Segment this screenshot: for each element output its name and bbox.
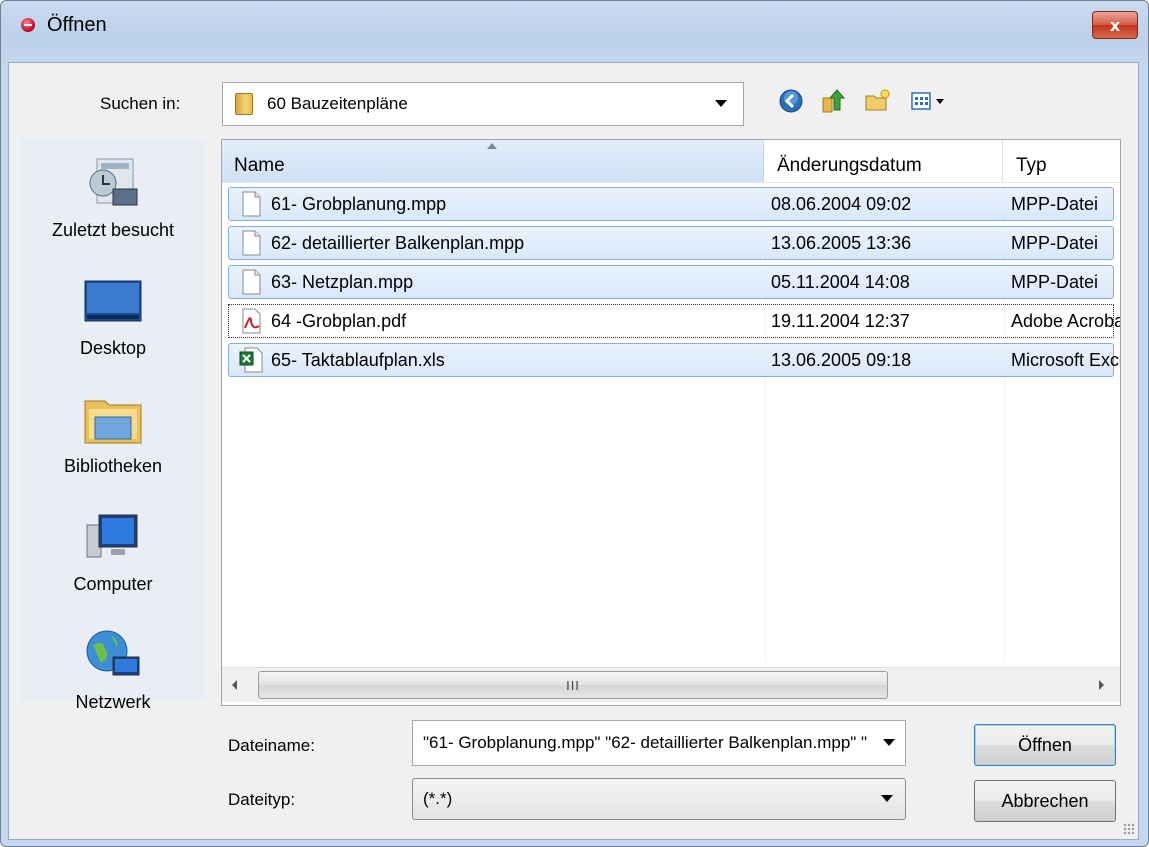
place-libraries[interactable]: Bibliotheken (20, 389, 206, 477)
place-label: Netzwerk (75, 692, 151, 712)
file-type: Microsoft Excel-Arbeitsblatt (1011, 349, 1120, 370)
back-icon[interactable] (778, 88, 804, 114)
mpp-file-icon (242, 191, 261, 217)
look-in-label: Suchen in: (100, 94, 181, 113)
file-type: MPP-Datei (1011, 271, 1099, 292)
file-date: 13.06.2005 09:18 (771, 349, 912, 370)
place-label: Computer (73, 574, 153, 594)
file-type: MPP-Datei (1011, 232, 1099, 253)
scrollbar-thumb[interactable]: III (258, 671, 888, 699)
xls-file-icon (239, 347, 263, 373)
file-row[interactable]: 63- Netzplan.mpp 05.11.2004 14:08 MPP-Da… (228, 265, 1114, 299)
file-date: 19.11.2004 12:37 (771, 310, 910, 331)
filetype-dropdown[interactable]: (*.*) (412, 778, 906, 820)
open-button[interactable]: Öffnen (974, 724, 1116, 766)
chevron-down-icon[interactable] (883, 739, 895, 746)
column-header-label: Änderungsdatum (777, 155, 922, 176)
view-menu-icon[interactable] (910, 88, 950, 114)
desktop-icon (84, 280, 142, 322)
look-in-value: 60 Bauzeitenpläne (267, 94, 408, 113)
filename-value: "61- Grobplanung.mpp" "62- detaillierter… (423, 733, 867, 752)
filetype-value: (*.*) (423, 789, 453, 808)
file-name: 61- Grobplanung.mpp (271, 193, 447, 214)
title-bar: Öffnen (21, 7, 107, 43)
chevron-down-icon (715, 100, 727, 107)
place-desktop[interactable]: Desktop (20, 271, 206, 359)
file-row[interactable]: 62- detaillierter Balkenplan.mpp 13.06.2… (228, 226, 1114, 260)
column-header-label: Name (234, 155, 285, 176)
file-name: 63- Netzplan.mpp (271, 271, 414, 292)
folder-icon (235, 93, 253, 115)
pdf-file-icon (242, 308, 261, 334)
scrollbar-grip: III (566, 677, 580, 693)
place-label: Desktop (79, 338, 147, 358)
file-name: 64 -Grobplan.pdf (271, 310, 407, 331)
close-icon: x (1109, 15, 1121, 35)
new-folder-icon[interactable] (864, 88, 890, 114)
file-type: Adobe Acrobat-Dokument (1011, 310, 1120, 331)
file-date: 13.06.2005 13:36 (771, 232, 912, 253)
file-date: 05.11.2004 14:08 (771, 271, 910, 292)
column-header-date[interactable]: Änderungsdatum (765, 140, 1003, 182)
file-name: 62- detaillierter Balkenplan.mpp (271, 232, 525, 253)
libraries-icon (84, 400, 142, 444)
resize-grip[interactable] (1123, 823, 1135, 835)
network-icon (86, 630, 140, 676)
place-label: Bibliotheken (63, 456, 163, 476)
sort-ascending-icon (487, 143, 497, 149)
filename-label: Dateiname: (228, 736, 315, 755)
app-icon (21, 18, 35, 32)
mpp-file-icon (242, 269, 261, 295)
file-type: MPP-Datei (1011, 193, 1099, 214)
place-label: Zuletzt besucht (51, 220, 175, 240)
look-in-dropdown[interactable]: 60 Bauzeitenpläne (222, 82, 744, 126)
close-button[interactable]: x (1092, 11, 1138, 39)
up-folder-icon[interactable] (820, 88, 846, 114)
horizontal-scrollbar[interactable]: III (222, 667, 1120, 702)
scroll-right-icon[interactable] (1099, 680, 1104, 690)
filetype-label: Dateityp: (228, 790, 296, 809)
filename-input[interactable]: "61- Grobplanung.mpp" "62- detaillierter… (412, 720, 906, 766)
scroll-left-icon[interactable] (232, 680, 237, 690)
cancel-button[interactable]: Abbrechen (974, 780, 1116, 822)
file-row[interactable]: 64 -Grobplan.pdf 19.11.2004 12:37 Adobe … (228, 304, 1120, 338)
column-header-row: Name Änderungsdatum Typ (222, 140, 1120, 183)
file-name: 65- Taktablaufplan.xls (271, 349, 445, 370)
file-date: 08.06.2004 09:02 (771, 193, 912, 214)
places-bar: Zuletzt besucht Desktop Bibliotheken Com… (20, 139, 206, 712)
file-row[interactable]: 61- Grobplanung.mpp 08.06.2004 09:02 MPP… (228, 187, 1114, 221)
file-row[interactable]: 65- Taktablaufplan.xls 13.06.2005 09:18 … (228, 343, 1120, 377)
column-header-type[interactable]: Typ (1004, 140, 1120, 182)
recent-places-icon (89, 158, 138, 206)
file-list[interactable]: Name Änderungsdatum Typ 61- Grobplanung.… (221, 139, 1121, 706)
chevron-down-icon (881, 795, 893, 802)
mpp-file-icon (242, 230, 261, 256)
column-header-name[interactable]: Name (222, 140, 764, 182)
place-network[interactable]: Netzwerk (20, 625, 206, 713)
column-header-label: Typ (1016, 155, 1047, 176)
place-recent[interactable]: Zuletzt besucht (20, 153, 206, 241)
window-title: Öffnen (47, 13, 107, 36)
computer-icon (86, 514, 138, 558)
place-computer[interactable]: Computer (20, 507, 206, 595)
